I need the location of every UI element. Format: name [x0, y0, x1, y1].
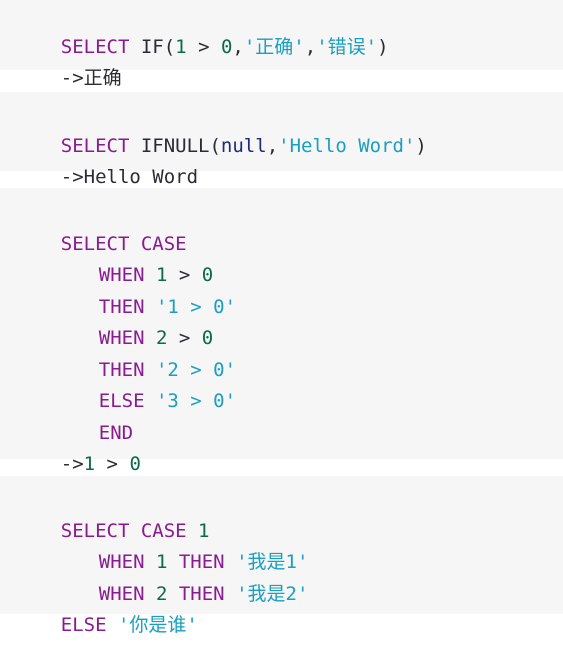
code-token-string: '3 > 0': [155, 390, 237, 412]
code-token-comma: ,: [304, 36, 317, 58]
code-token-number: 1: [83, 453, 96, 475]
code-output-line: ->1 > 0: [15, 418, 141, 475]
code-line: SELECT IFNULL(null,'Hello Word'): [15, 100, 427, 157]
code-line: SELECT IF(1 > 0,'正确','错误'): [15, 1, 389, 58]
code-output: ->正确: [60, 67, 122, 89]
code-line: END: [53, 387, 133, 444]
code-token-number: 0: [220, 36, 233, 58]
code-token-func: IF(: [140, 36, 176, 58]
code-token-string: '你是谁': [117, 614, 198, 636]
code-output-arrow: ->: [60, 453, 84, 475]
code-token-paren: ): [415, 135, 427, 157]
code-output-line: ->Hello Word: [15, 131, 198, 188]
code-line: ELSE '你是谁': [15, 579, 198, 636]
code-token-string: '错误': [316, 36, 378, 58]
code-line: WHEN 1 > 0: [53, 229, 213, 286]
code-line: ELSE '3 > 0': [53, 355, 236, 412]
code-token-comma: ,: [266, 135, 279, 157]
code-token-string: '我是2': [236, 583, 309, 605]
code-block-case-when: SELECT CASE WHEN 1 > 0 THEN '1 > 0' WHEN…: [0, 188, 563, 475]
code-token-number: 0: [129, 453, 141, 475]
code-token-number: 1: [175, 36, 187, 58]
code-line: THEN '1 > 0': [53, 261, 236, 318]
code-block-if: SELECT IF(1 > 0,'正确','错误') ->正确: [0, 0, 563, 89]
code-token-string: '正确': [243, 36, 305, 58]
code-line: THEN '2 > 0': [53, 324, 236, 381]
code-token-comma: ,: [232, 36, 244, 58]
code-line: WHEN 2 > 0: [53, 292, 213, 349]
code-token-operator: >: [186, 36, 221, 58]
code-line: SELECT CASE 1: [15, 485, 210, 542]
code-token-string: 'Hello Word': [278, 135, 416, 157]
code-line: WHEN 1 THEN '我是1': [53, 516, 309, 573]
code-output: ->Hello Word: [60, 166, 199, 188]
code-output-line: ->正确: [15, 32, 122, 89]
code-token-operator: >: [95, 453, 130, 475]
code-token-keyword: ELSE: [60, 614, 118, 636]
code-line: SELECT CASE: [15, 198, 187, 255]
code-block-case-value: SELECT CASE 1 WHEN 1 THEN '我是1' WHEN 2 T…: [0, 476, 563, 636]
code-line: WHEN 2 THEN '我是2': [53, 548, 309, 605]
code-block-ifnull: SELECT IFNULL(null,'Hello Word') ->Hello…: [0, 92, 563, 188]
code-token-paren: ): [377, 36, 389, 58]
code-token-null: null: [220, 135, 267, 157]
